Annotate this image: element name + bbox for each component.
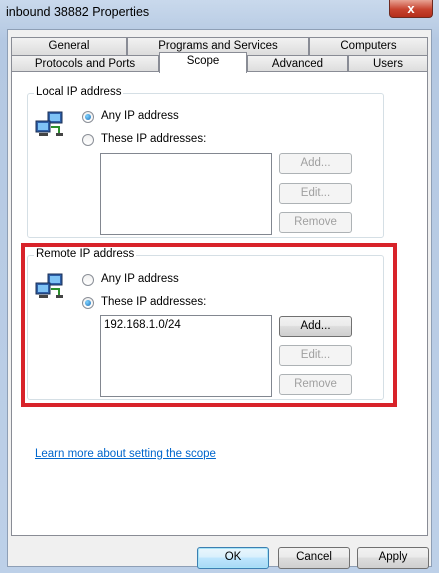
close-icon: x (407, 1, 415, 16)
network-computers-icon (35, 111, 63, 136)
tab-computers[interactable]: Computers (309, 37, 428, 55)
remote-ip-listbox[interactable]: 192.168.1.0/24 (100, 315, 272, 397)
window-title: inbound 38882 Properties (6, 5, 150, 19)
remote-ip-group: Remote IP address Any IP address These I… (27, 248, 384, 400)
tab-label: General (48, 40, 90, 52)
local-these-ip-radio[interactable] (82, 134, 94, 146)
tab-label: Users (372, 58, 404, 70)
cancel-button[interactable]: Cancel (278, 547, 350, 569)
list-item[interactable]: 192.168.1.0/24 (104, 319, 181, 331)
tab-general[interactable]: General (11, 37, 127, 55)
remote-add-button[interactable]: Add... (279, 316, 352, 337)
remote-any-ip-radio[interactable] (82, 274, 94, 286)
local-ip-group: Local IP address Any IP address These IP… (27, 86, 384, 238)
tab-users[interactable]: Users (348, 55, 428, 72)
ok-button[interactable]: OK (197, 547, 269, 569)
local-remove-button[interactable]: Remove (279, 212, 352, 233)
remote-these-ip-label: These IP addresses: (101, 296, 207, 308)
tab-protocols-and-ports[interactable]: Protocols and Ports (11, 55, 159, 72)
tab-label: Programs and Services (158, 40, 278, 52)
local-ip-group-title: Local IP address (34, 86, 124, 98)
scope-tab-panel: Local IP address Any IP address These IP… (11, 71, 428, 536)
remote-any-ip-label: Any IP address (101, 273, 179, 285)
learn-more-link[interactable]: Learn more about setting the scope (35, 448, 216, 460)
close-button[interactable]: x (389, 0, 433, 18)
tab-scope[interactable]: Scope (159, 52, 247, 73)
title-bar[interactable]: inbound 38882 Properties x (0, 0, 439, 26)
local-these-ip-label: These IP addresses: (101, 133, 207, 145)
tab-label: Advanced (271, 58, 324, 70)
local-edit-button[interactable]: Edit... (279, 183, 352, 204)
tab-label: Protocols and Ports (34, 58, 136, 70)
remote-these-ip-radio[interactable] (82, 297, 94, 309)
local-any-ip-label: Any IP address (101, 110, 179, 122)
remote-remove-button[interactable]: Remove (279, 374, 352, 395)
tab-label: Scope (186, 55, 220, 67)
remote-ip-group-title: Remote IP address (34, 248, 137, 260)
tab-advanced[interactable]: Advanced (247, 55, 348, 72)
local-add-button[interactable]: Add... (279, 153, 352, 174)
network-computers-icon (35, 273, 63, 298)
tab-label: Computers (340, 40, 397, 52)
remote-edit-button[interactable]: Edit... (279, 345, 352, 366)
apply-button[interactable]: Apply (357, 547, 429, 569)
local-ip-listbox[interactable] (100, 153, 272, 235)
dialog-client-area: General Programs and Services Computers … (7, 29, 432, 569)
properties-dialog: inbound 38882 Properties x General Progr… (0, 0, 439, 573)
local-any-ip-radio[interactable] (82, 111, 94, 123)
